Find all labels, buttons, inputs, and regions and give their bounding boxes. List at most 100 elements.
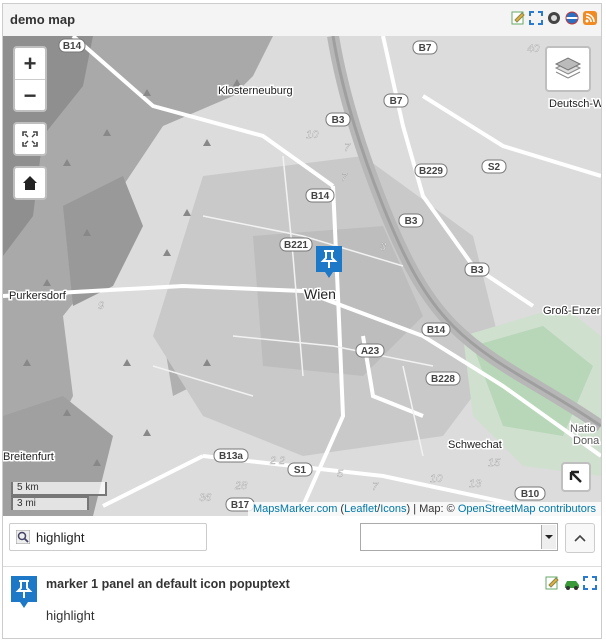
edit-icon[interactable] <box>545 576 559 590</box>
sort-select[interactable] <box>360 523 558 551</box>
map-canvas[interactable]: B14 B7 B3 B7 S2 B229 B14 B3 B221 B3 B14 … <box>3 36 601 516</box>
svg-text:2: 2 <box>269 455 276 467</box>
svg-text:5: 5 <box>337 468 344 480</box>
road-badge: S2 <box>481 159 507 174</box>
select-arrow[interactable] <box>541 525 556 549</box>
kml-icon[interactable] <box>547 11 561 25</box>
svg-text:3: 3 <box>380 241 387 253</box>
scale-km: 5 km <box>11 482 107 496</box>
map-attribution: MapsMarker.com (Leaflet/Icons) | Map: © … <box>248 502 601 516</box>
place-label: Deutsch-W <box>549 98 601 110</box>
road-badge: B3 <box>398 213 424 228</box>
home-button[interactable] <box>13 166 47 200</box>
place-label: Breitenfurt <box>3 451 54 463</box>
svg-text:10: 10 <box>306 129 319 141</box>
place-label: Natio <box>570 423 596 435</box>
place-label: Groß-Enzers <box>543 305 601 317</box>
svg-text:B10: B10 <box>521 489 540 500</box>
zoom-in-button[interactable]: + <box>15 48 45 80</box>
layers-button[interactable] <box>545 46 591 92</box>
svg-text:B3: B3 <box>471 265 484 276</box>
svg-text:B7: B7 <box>419 43 432 54</box>
svg-text:40: 40 <box>527 43 540 55</box>
zoom-out-button[interactable]: − <box>15 80 45 111</box>
road-badge: B10 <box>514 486 546 501</box>
osm-link[interactable]: OpenStreetMap contributors <box>458 503 596 515</box>
road-badge: B3 <box>464 262 490 277</box>
home-icon <box>23 176 37 190</box>
road-badge: B221 <box>279 237 313 252</box>
arrow-up-left-icon <box>569 470 582 483</box>
rss-icon[interactable] <box>583 11 597 25</box>
marker-row-icons <box>545 576 597 590</box>
svg-text:10: 10 <box>430 473 443 485</box>
svg-text:9: 9 <box>98 300 104 312</box>
map-widget: demo map B14 B7 B3 B7 S2 B229 B14 B3 B22… <box>2 3 602 639</box>
road-badge: B7 <box>412 40 438 55</box>
road-badge: B14 <box>421 322 451 337</box>
svg-text:B229: B229 <box>419 166 443 177</box>
chevron-up-icon <box>574 534 586 542</box>
svg-text:B14: B14 <box>427 325 446 336</box>
geo-icon[interactable] <box>565 11 579 25</box>
svg-text:B13a: B13a <box>219 451 243 462</box>
panel-icons <box>511 11 597 25</box>
svg-text:A23: A23 <box>361 346 380 357</box>
mapsmarker-link[interactable]: MapsMarker.com <box>253 503 337 515</box>
search-icon <box>16 530 30 544</box>
search-value: highlight <box>36 530 85 545</box>
scale-mi: 3 mi <box>11 496 89 510</box>
road-badge: B14 <box>305 188 335 203</box>
expand-arrow-button[interactable] <box>561 462 591 492</box>
road-badge: A23 <box>355 343 385 358</box>
icons-link[interactable]: Icons <box>380 503 406 515</box>
svg-text:7: 7 <box>344 142 351 154</box>
place-label: Wien <box>304 286 336 302</box>
svg-text:13: 13 <box>469 478 482 490</box>
edit-icon[interactable] <box>511 11 525 25</box>
place-label: Klosterneuburg <box>218 85 293 97</box>
svg-text:7: 7 <box>372 481 379 493</box>
scale-bar: 5 km 3 mi <box>11 482 107 510</box>
fullscreen-icon[interactable] <box>583 576 597 590</box>
marker-title[interactable]: marker 1 panel an default icon popuptext <box>46 577 290 591</box>
svg-text:B3: B3 <box>405 216 418 227</box>
scroll-up-button[interactable] <box>565 523 595 553</box>
fullscreen-button[interactable] <box>13 122 47 156</box>
map-title: demo map <box>10 12 76 27</box>
svg-text:B3: B3 <box>332 115 345 126</box>
svg-text:B228: B228 <box>431 374 455 385</box>
svg-text:7: 7 <box>341 172 348 184</box>
road-badge: B3 <box>325 112 351 127</box>
map-panel-header: demo map <box>3 4 601 37</box>
svg-text:15: 15 <box>488 457 501 469</box>
road-badge: B14 <box>58 38 86 53</box>
zoom-control: + − <box>13 46 47 112</box>
place-label: Purkersdorf <box>9 290 67 302</box>
search-input[interactable]: highlight <box>9 523 207 551</box>
svg-text:B221: B221 <box>284 240 308 251</box>
svg-text:B17: B17 <box>231 500 250 511</box>
svg-text:2: 2 <box>278 455 285 467</box>
layers-icon <box>554 57 582 79</box>
road-badge: B13a <box>213 448 249 463</box>
road-badge: B229 <box>414 163 448 178</box>
caret-down-icon <box>545 535 553 539</box>
fullscreen-icon <box>22 131 38 147</box>
car-directions-icon[interactable] <box>564 576 579 590</box>
place-label: Dona <box>573 435 600 447</box>
svg-text:B14: B14 <box>311 191 330 202</box>
svg-text:B14: B14 <box>63 41 82 52</box>
marker-list-item[interactable]: marker 1 panel an default icon popuptext… <box>3 567 601 639</box>
svg-text:B7: B7 <box>390 96 403 107</box>
svg-text:28: 28 <box>234 480 248 492</box>
marker-popup-text: highlight <box>46 608 95 623</box>
marker-list-toolbar: highlight <box>3 516 601 567</box>
fullscreen-icon[interactable] <box>529 11 543 25</box>
leaflet-link[interactable]: Leaflet <box>344 503 377 515</box>
marker-icon <box>11 576 37 608</box>
svg-text:36: 36 <box>199 492 212 504</box>
road-badge: B7 <box>383 93 409 108</box>
road-badge: S1 <box>287 462 313 477</box>
svg-text:S2: S2 <box>488 162 501 173</box>
